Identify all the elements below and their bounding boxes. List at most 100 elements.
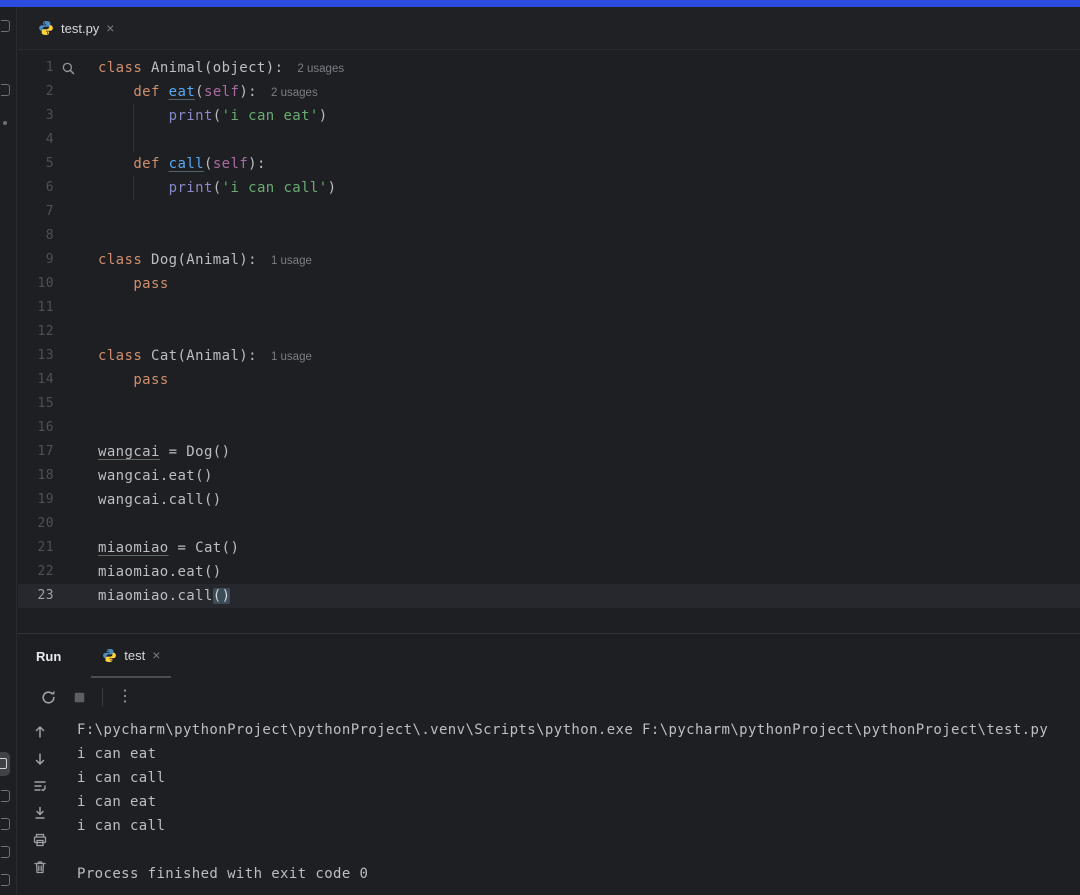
usages-inlay[interactable]: 2 usages: [297, 63, 344, 75]
clear-output-icon[interactable]: [32, 859, 48, 875]
line-number[interactable]: 23: [18, 584, 54, 608]
gutter-slot: [54, 320, 98, 344]
code-line[interactable]: 5 def call(self):: [18, 152, 1080, 176]
line-number[interactable]: 5: [18, 152, 54, 176]
line-number[interactable]: 18: [18, 464, 54, 488]
code-line[interactable]: 3 print('i can eat'): [18, 104, 1080, 128]
gutter-slot: [54, 128, 98, 152]
line-number[interactable]: 12: [18, 320, 54, 344]
tool-stripe-selected-icon[interactable]: [0, 752, 10, 776]
code-line[interactable]: 22 miaomiao.eat(): [18, 560, 1080, 584]
line-number[interactable]: 20: [18, 512, 54, 536]
line-number[interactable]: 11: [18, 296, 54, 320]
code-token: wangcai: [98, 444, 160, 460]
line-number[interactable]: 22: [18, 560, 54, 584]
line-number[interactable]: 15: [18, 392, 54, 416]
code-token: wangcai.eat(): [98, 468, 213, 484]
tool-stripe-icon-fragment[interactable]: [1, 818, 10, 830]
gutter-slot: [54, 488, 98, 512]
run-tab-test[interactable]: test ×: [91, 634, 172, 678]
line-number[interactable]: 4: [18, 128, 54, 152]
stop-icon[interactable]: [71, 689, 88, 706]
gutter-slot: [54, 200, 98, 224]
line-number[interactable]: 3: [18, 104, 54, 128]
line-number[interactable]: 14: [18, 368, 54, 392]
code-line[interactable]: 13 class Cat(Animal): 1 usage: [18, 344, 1080, 368]
code-editor[interactable]: 1 class Animal(object): 2 usages 2 def eat(…: [18, 50, 1080, 633]
usages-inlay[interactable]: 1 usage: [271, 255, 312, 267]
code-text: miaomiao = Cat(): [98, 536, 239, 560]
usages-inlay[interactable]: 2 usages: [271, 87, 318, 99]
tool-stripe-icon-fragment[interactable]: [1, 84, 10, 96]
down-arrow-icon[interactable]: [32, 751, 48, 767]
code-line[interactable]: 10 pass: [18, 272, 1080, 296]
print-icon[interactable]: [32, 832, 48, 848]
code-line[interactable]: 19 wangcai.call(): [18, 488, 1080, 512]
line-number[interactable]: 17: [18, 440, 54, 464]
code-line[interactable]: 4: [18, 128, 1080, 152]
more-options-icon[interactable]: ⋮: [117, 689, 133, 705]
code-token: def: [133, 84, 160, 100]
tool-window-stripe[interactable]: [0, 7, 17, 895]
line-number[interactable]: 10: [18, 272, 54, 296]
line-number[interactable]: 8: [18, 224, 54, 248]
code-line[interactable]: 20: [18, 512, 1080, 536]
code-line[interactable]: 14 pass: [18, 368, 1080, 392]
tool-stripe-icon-fragment[interactable]: [3, 121, 7, 125]
tool-stripe-icon-fragment[interactable]: [1, 874, 10, 886]
console-line: i can call: [77, 818, 166, 834]
close-icon[interactable]: ×: [106, 21, 114, 35]
line-number[interactable]: 2: [18, 80, 54, 104]
code-line[interactable]: 21 miaomiao = Cat(): [18, 536, 1080, 560]
line-number[interactable]: 6: [18, 176, 54, 200]
code-token: (: [204, 156, 213, 172]
code-token: def: [133, 156, 160, 172]
line-number[interactable]: 9: [18, 248, 54, 272]
scroll-to-end-icon[interactable]: [32, 805, 48, 821]
code-line[interactable]: 18 wangcai.eat(): [18, 464, 1080, 488]
line-number[interactable]: 13: [18, 344, 54, 368]
code-line[interactable]: 6 print('i can call'): [18, 176, 1080, 200]
code-line[interactable]: 1 class Animal(object): 2 usages: [18, 56, 1080, 80]
close-icon[interactable]: ×: [152, 648, 160, 662]
gutter-slot: [54, 584, 98, 608]
up-arrow-icon[interactable]: [32, 724, 48, 740]
code-text: def call(self):: [98, 152, 266, 176]
line-number[interactable]: 21: [18, 536, 54, 560]
line-number[interactable]: 16: [18, 416, 54, 440]
code-line[interactable]: 15: [18, 392, 1080, 416]
console-output[interactable]: F:\pycharm\pythonProject\pythonProject\.…: [62, 716, 1048, 895]
code-line[interactable]: 2 def eat(self): 2 usages: [18, 80, 1080, 104]
console-line: F:\pycharm\pythonProject\pythonProject\.…: [77, 722, 1049, 738]
usages-inlay[interactable]: 1 usage: [271, 351, 312, 363]
code-line[interactable]: 8: [18, 224, 1080, 248]
code-token: wangcai.call(): [98, 492, 222, 508]
tab-test-py[interactable]: test.py ×: [27, 7, 125, 49]
soft-wrap-icon[interactable]: [32, 778, 48, 794]
tool-stripe-icon-fragment[interactable]: [1, 790, 10, 802]
code-line[interactable]: 11: [18, 296, 1080, 320]
code-line[interactable]: 12: [18, 320, 1080, 344]
console-line: Process finished with exit code 0: [77, 866, 369, 882]
run-header: Run test ×: [18, 634, 1080, 678]
code-token: ):: [239, 84, 258, 100]
gutter-slot: [54, 416, 98, 440]
gutter-slot: [54, 56, 98, 80]
code-token: ): [318, 108, 328, 124]
code-line[interactable]: 9 class Dog(Animal): 1 usage: [18, 248, 1080, 272]
rerun-icon[interactable]: [40, 689, 57, 706]
tool-stripe-icon-fragment[interactable]: [1, 20, 10, 32]
tool-stripe-icon-fragment[interactable]: [1, 846, 10, 858]
tab-label: test.py: [61, 20, 100, 36]
code-line[interactable]: 17 wangcai = Dog(): [18, 440, 1080, 464]
code-line[interactable]: 7: [18, 200, 1080, 224]
gutter-search-icon[interactable]: [61, 61, 76, 76]
line-number[interactable]: 1: [18, 56, 54, 80]
code-line[interactable]: 16: [18, 416, 1080, 440]
editor-tab-bar: test.py ×: [18, 7, 1080, 50]
line-number[interactable]: 19: [18, 488, 54, 512]
line-number[interactable]: 7: [18, 200, 54, 224]
code-line[interactable]: 23 miaomiao.call(): [18, 584, 1080, 608]
code-token: class: [98, 60, 143, 76]
